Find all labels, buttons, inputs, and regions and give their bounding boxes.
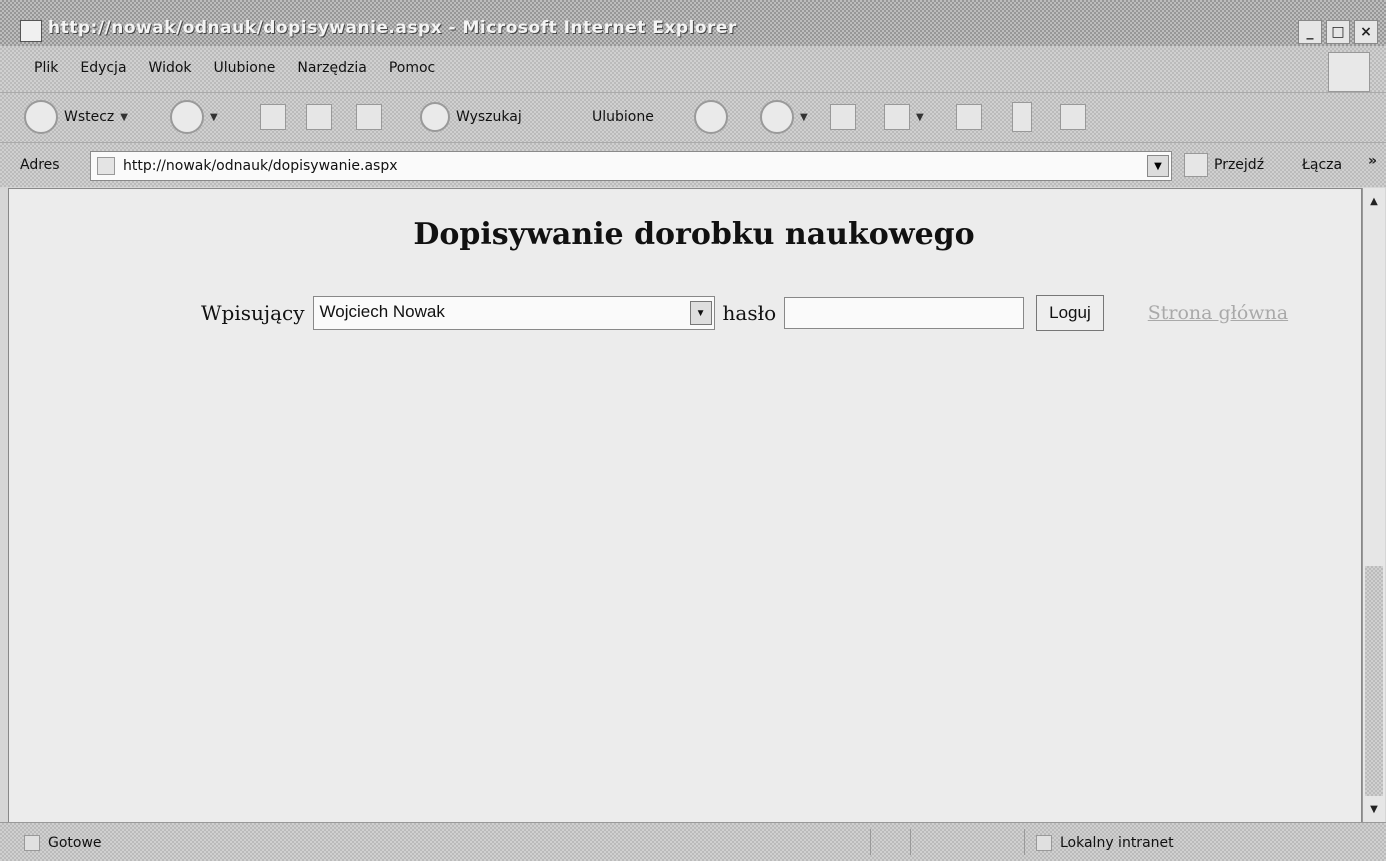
- messenger-button[interactable]: [1060, 101, 1086, 133]
- close-button[interactable]: ×: [1354, 20, 1378, 44]
- history-button[interactable]: ▼: [760, 100, 808, 134]
- search-label: Wyszukaj: [456, 109, 522, 125]
- status-divider: [1024, 829, 1025, 855]
- back-dropdown-icon[interactable]: ▼: [120, 112, 128, 123]
- menu-item-view[interactable]: Widok: [149, 60, 192, 76]
- intranet-zone-icon: [1036, 835, 1052, 851]
- password-input[interactable]: [784, 297, 1025, 329]
- links-chevron-icon[interactable]: »: [1368, 153, 1377, 169]
- home-page-link[interactable]: Strona główna: [1148, 302, 1288, 324]
- address-url: http://nowak/odnauk/dopisywanie.aspx: [123, 158, 398, 174]
- go-button[interactable]: Przejdź: [1184, 151, 1264, 179]
- back-label: Wstecz: [64, 109, 115, 125]
- page-status-icon: [24, 835, 40, 851]
- history-dropdown-icon[interactable]: ▼: [800, 112, 808, 123]
- refresh-icon: [306, 104, 332, 130]
- stop-icon: [260, 104, 286, 130]
- star-icon: [562, 105, 586, 129]
- go-label: Przejdź: [1214, 157, 1265, 173]
- windows-logo-icon: [1328, 52, 1370, 92]
- author-selected-value: Wojciech Nowak: [319, 302, 445, 321]
- status-bar: Gotowe Lokalny intranet: [0, 822, 1386, 861]
- favorites-label: Ulubione: [592, 109, 654, 125]
- media-button[interactable]: [694, 100, 728, 134]
- status-divider: [870, 829, 871, 855]
- home-icon: [356, 104, 382, 130]
- history-icon: [760, 100, 794, 134]
- forward-dropdown-icon[interactable]: ▼: [210, 112, 218, 123]
- login-form: Wpisujący Wojciech Nowak ▼ hasło Loguj S…: [201, 293, 1288, 333]
- mail-button[interactable]: [830, 101, 856, 133]
- menu-item-tools[interactable]: Narzędzia: [297, 60, 366, 76]
- ie-icon: [20, 20, 42, 42]
- discuss-icon: [1012, 102, 1032, 132]
- author-label: Wpisujący: [201, 301, 305, 325]
- window-title: http://nowak/odnauk/dopisywanie.aspx - M…: [48, 18, 737, 38]
- maximize-button[interactable]: □: [1326, 20, 1350, 44]
- print-icon: [884, 104, 910, 130]
- home-button[interactable]: [356, 101, 382, 133]
- scrollbar-track[interactable]: [1365, 566, 1383, 796]
- refresh-button[interactable]: [306, 101, 332, 133]
- search-button[interactable]: Wyszukaj: [420, 101, 522, 133]
- back-button[interactable]: Wstecz ▼: [24, 100, 128, 134]
- edit-button[interactable]: [956, 101, 982, 133]
- address-label: Adres: [20, 157, 60, 173]
- login-button[interactable]: Loguj: [1036, 295, 1104, 331]
- vertical-scrollbar[interactable]: ▲ ▼: [1362, 188, 1385, 822]
- page-content: Dopisywanie dorobku naukowego Wpisujący …: [8, 188, 1362, 824]
- password-label: hasło: [722, 301, 777, 325]
- menu-item-edit[interactable]: Edycja: [80, 60, 126, 76]
- menu-bar: Plik Edycja Widok Ulubione Narzędzia Pom…: [0, 46, 1386, 92]
- discuss-button[interactable]: [1012, 101, 1032, 133]
- links-button[interactable]: Łącza: [1302, 157, 1342, 173]
- window-controls: _ □ ×: [1298, 20, 1378, 44]
- messenger-icon: [1060, 104, 1086, 130]
- page-icon: [97, 157, 115, 175]
- author-select[interactable]: Wojciech Nowak ▼: [312, 296, 715, 330]
- back-arrow-icon: [24, 100, 58, 134]
- menu-item-file[interactable]: Plik: [34, 60, 58, 76]
- forward-button[interactable]: ▼: [170, 100, 218, 134]
- go-arrow-icon: [1184, 153, 1208, 177]
- print-dropdown-icon[interactable]: ▼: [916, 112, 924, 123]
- toolbar: Wstecz ▼ ▼ Wyszukaj Ulubione ▼ ▼: [0, 92, 1386, 143]
- address-input[interactable]: http://nowak/odnauk/dopisywanie.aspx ▼: [90, 151, 1172, 181]
- mail-icon: [830, 104, 856, 130]
- page-title: Dopisywanie dorobku naukowego: [413, 217, 975, 252]
- search-icon: [420, 102, 450, 132]
- title-bar: http://nowak/odnauk/dopisywanie.aspx - M…: [0, 0, 1386, 46]
- edit-icon: [956, 104, 982, 130]
- zone-text: Lokalny intranet: [1060, 835, 1174, 851]
- forward-arrow-icon: [170, 100, 204, 134]
- address-bar: Adres http://nowak/odnauk/dopisywanie.as…: [0, 142, 1386, 187]
- minimize-button[interactable]: _: [1298, 20, 1322, 44]
- menu-item-help[interactable]: Pomoc: [389, 60, 435, 76]
- scroll-up-icon[interactable]: ▲: [1365, 192, 1383, 210]
- status-divider: [910, 829, 911, 855]
- address-dropdown-icon[interactable]: ▼: [1147, 155, 1169, 177]
- menu-item-favorites[interactable]: Ulubione: [214, 60, 276, 76]
- chevron-down-icon[interactable]: ▼: [689, 301, 712, 325]
- status-text: Gotowe: [48, 835, 102, 851]
- favorites-button[interactable]: Ulubione: [562, 101, 654, 133]
- stop-button[interactable]: [260, 101, 286, 133]
- print-button[interactable]: ▼: [884, 101, 924, 133]
- scroll-down-icon[interactable]: ▼: [1365, 800, 1383, 818]
- media-icon: [694, 100, 728, 134]
